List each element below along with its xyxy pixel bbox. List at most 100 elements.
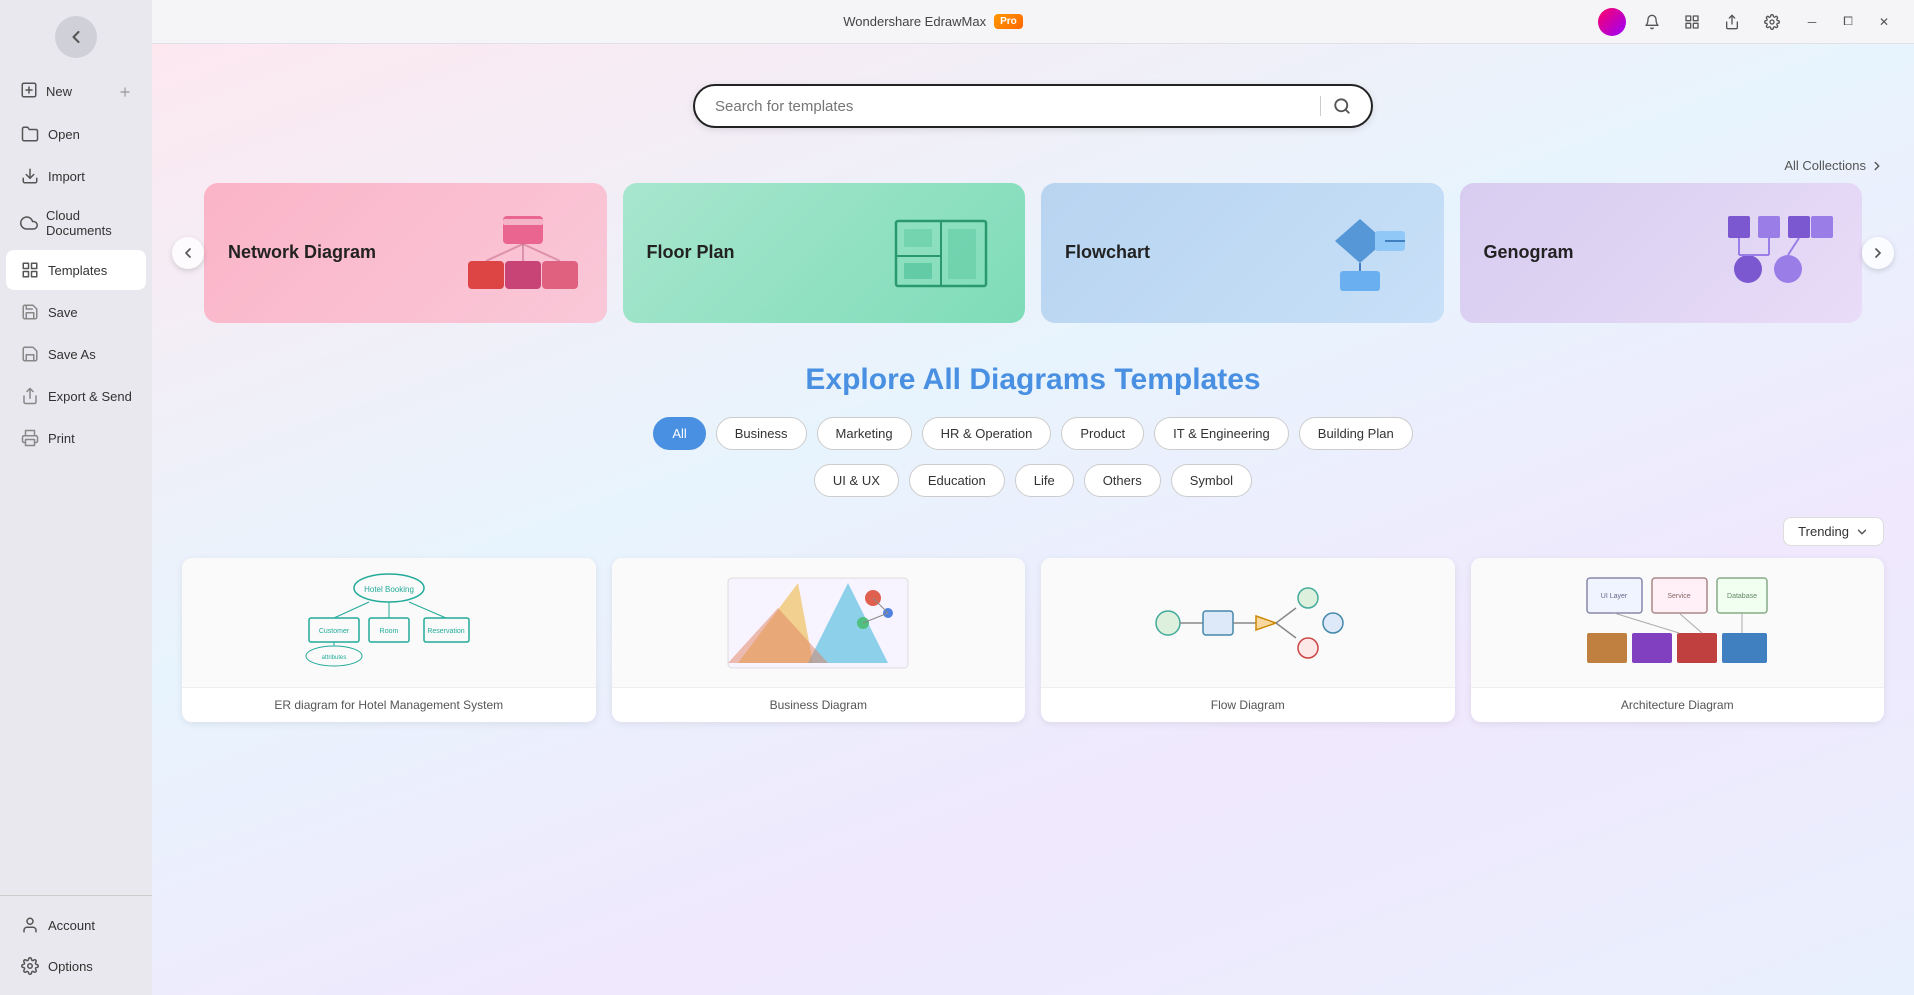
cloud-icon	[20, 213, 38, 233]
carousel-next-button[interactable]	[1862, 237, 1894, 269]
tag-others[interactable]: Others	[1084, 464, 1161, 497]
settings-icon[interactable]	[1758, 8, 1786, 36]
template-card-img-2	[612, 558, 1026, 688]
tools-icon[interactable]	[1678, 8, 1706, 36]
explore-title-static: Explore	[805, 363, 922, 396]
user-icon	[20, 915, 40, 935]
template-card-3[interactable]: Flow Diagram	[1041, 558, 1455, 722]
template-icon	[20, 260, 40, 280]
search-input[interactable]	[715, 98, 1308, 115]
sidebar-item-export[interactable]: Export & Send	[6, 376, 146, 416]
carousel-card-genogram[interactable]: Genogram	[1460, 183, 1863, 323]
chevron-down-icon	[1855, 525, 1869, 539]
download-icon	[20, 166, 40, 186]
carousel-prev-button[interactable]	[172, 237, 204, 269]
notification-icon[interactable]	[1638, 8, 1666, 36]
template-card-1[interactable]: Hotel Booking Customer Room Reservation	[182, 558, 596, 722]
tag-all[interactable]: All	[653, 417, 705, 450]
trending-label: Trending	[1798, 524, 1849, 539]
explore-title: Explore All Diagrams Templates	[172, 363, 1894, 397]
sidebar: New Open Import Cloud	[0, 0, 152, 995]
filter-tags-row1: All Business Marketing HR & Operation Pr…	[172, 417, 1894, 450]
tag-business[interactable]: Business	[716, 417, 807, 450]
tag-education[interactable]: Education	[909, 464, 1005, 497]
all-collections-label: All Collections	[1784, 158, 1866, 173]
svg-text:Customer: Customer	[319, 628, 350, 635]
account-label: Account	[48, 918, 95, 933]
share-icon[interactable]	[1718, 8, 1746, 36]
back-button[interactable]	[55, 16, 97, 58]
tag-ui[interactable]: UI & UX	[814, 464, 899, 497]
sidebar-item-saveas[interactable]: Save As	[6, 334, 146, 374]
svg-text:Room: Room	[379, 628, 398, 635]
chevron-right-icon	[1870, 245, 1886, 261]
gear-icon	[20, 956, 40, 976]
explore-title-highlight: All Diagrams Templates	[923, 363, 1261, 396]
card-title-genogram: Genogram	[1484, 241, 1574, 264]
sidebar-item-templates[interactable]: Templates	[6, 250, 146, 290]
svg-text:attributes: attributes	[321, 655, 346, 661]
sidebar-item-save[interactable]: Save	[6, 292, 146, 332]
sidebar-item-cloud[interactable]: Cloud Documents	[6, 198, 146, 248]
export-icon	[20, 386, 40, 406]
export-label: Export & Send	[48, 389, 132, 404]
carousel-wrapper: Network Diagram	[172, 183, 1894, 323]
app-name: Wondershare EdrawMax	[843, 14, 986, 29]
tag-symbol[interactable]: Symbol	[1171, 464, 1252, 497]
window-controls: ─ ⧠ ✕	[1798, 8, 1898, 36]
search-icon	[1333, 97, 1351, 115]
save-icon	[20, 302, 40, 322]
template-card-label-3: Flow Diagram	[1041, 688, 1455, 722]
template-card-2[interactable]: Business Diagram	[612, 558, 1026, 722]
template-card-4[interactable]: UI Layer Service Database	[1471, 558, 1885, 722]
open-label: Open	[48, 127, 80, 142]
sidebar-item-open[interactable]: Open	[6, 114, 146, 154]
app-title-area: Wondershare EdrawMax Pro	[843, 14, 1023, 29]
carousel-card-floor[interactable]: Floor Plan	[623, 183, 1026, 323]
sidebar-item-options[interactable]: Options	[6, 946, 146, 986]
floor-plan-image	[881, 208, 1001, 298]
avatar[interactable]	[1598, 8, 1626, 36]
trending-dropdown[interactable]: Trending	[1783, 517, 1884, 546]
template-card-img-4: UI Layer Service Database	[1471, 558, 1885, 688]
sidebar-item-import[interactable]: Import	[6, 156, 146, 196]
explore-section: Explore All Diagrams Templates All Busin…	[152, 353, 1914, 742]
folder-icon	[20, 124, 40, 144]
restore-button[interactable]: ⧠	[1834, 8, 1862, 36]
all-collections-link[interactable]: All Collections	[1784, 158, 1884, 173]
tag-it[interactable]: IT & Engineering	[1154, 417, 1289, 450]
tag-product[interactable]: Product	[1061, 417, 1144, 450]
carousel-card-flowchart[interactable]: Flowchart	[1041, 183, 1444, 323]
card-title-flowchart: Flowchart	[1065, 241, 1150, 264]
main-area: Wondershare EdrawMax Pro	[152, 0, 1914, 995]
svg-text:UI Layer: UI Layer	[1601, 593, 1628, 600]
carousel-card-network[interactable]: Network Diagram	[204, 183, 607, 323]
template-card-img-3	[1041, 558, 1455, 688]
sidebar-item-new[interactable]: New	[6, 71, 146, 112]
sidebar-item-print[interactable]: Print	[6, 418, 146, 458]
tag-hr[interactable]: HR & Operation	[922, 417, 1052, 450]
filter-tags-row2: UI & UX Education Life Others Symbol	[172, 464, 1894, 497]
template-card-img-1: Hotel Booking Customer Room Reservation	[182, 558, 596, 688]
trending-row: Trending	[172, 517, 1894, 546]
tag-life[interactable]: Life	[1015, 464, 1074, 497]
plus-square-icon	[20, 81, 38, 102]
tag-building[interactable]: Building Plan	[1299, 417, 1413, 450]
sidebar-item-account[interactable]: Account	[6, 905, 146, 945]
titlebar-right: ─ ⧠ ✕	[1598, 8, 1898, 36]
close-button[interactable]: ✕	[1870, 8, 1898, 36]
new-label: New	[46, 84, 72, 99]
card-title-network: Network Diagram	[228, 241, 376, 264]
print-icon	[20, 428, 40, 448]
flowchart-image	[1300, 208, 1420, 298]
tag-marketing[interactable]: Marketing	[817, 417, 912, 450]
pro-badge: Pro	[994, 14, 1023, 29]
import-label: Import	[48, 169, 85, 184]
search-button[interactable]	[1333, 97, 1351, 115]
save-label: Save	[48, 305, 78, 320]
card-title-floor: Floor Plan	[647, 241, 735, 264]
templates-label: Templates	[48, 263, 107, 278]
add-icon	[118, 85, 132, 99]
carousel-header: All Collections	[172, 158, 1894, 173]
minimize-button[interactable]: ─	[1798, 8, 1826, 36]
